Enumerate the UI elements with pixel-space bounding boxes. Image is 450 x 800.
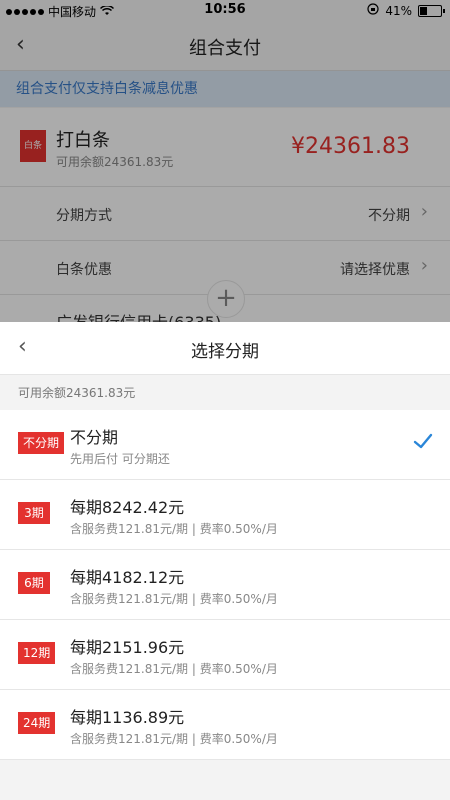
installment-badge: 24期 <box>18 712 56 734</box>
sheet-title: 选择分期 <box>191 342 259 362</box>
installment-option-3[interactable]: 3期 每期8242.42元 含服务费121.81元/期 | 费率0.50%/月 <box>0 480 450 550</box>
option-subtitle: 含服务费121.81元/期 | 费率0.50%/月 <box>70 522 278 536</box>
installment-option-none[interactable]: 不分期 不分期 先用后付 可分期还 <box>0 410 450 480</box>
sheet-header: ‹ 选择分期 <box>0 322 450 375</box>
installment-badge: 不分期 <box>18 432 65 454</box>
option-subtitle: 含服务费121.81元/期 | 费率0.50%/月 <box>70 662 278 676</box>
installment-list: 不分期 不分期 先用后付 可分期还 3期 每期8242.42元 含服务费121.… <box>0 410 450 760</box>
option-subtitle: 含服务费121.81元/期 | 费率0.50%/月 <box>70 732 278 746</box>
sheet-available: 可用余额24361.83元 <box>18 386 136 400</box>
option-title: 每期2151.96元 <box>70 638 185 657</box>
installment-option-24[interactable]: 24期 每期1136.89元 含服务费121.81元/期 | 费率0.50%/月 <box>0 690 450 760</box>
installment-badge: 6期 <box>18 572 50 594</box>
option-title: 每期4182.12元 <box>70 568 185 587</box>
option-subtitle: 先用后付 可分期还 <box>70 452 170 466</box>
option-subtitle: 含服务费121.81元/期 | 费率0.50%/月 <box>70 592 278 606</box>
installment-option-12[interactable]: 12期 每期2151.96元 含服务费121.81元/期 | 费率0.50%/月 <box>0 620 450 690</box>
option-title: 每期8242.42元 <box>70 498 185 517</box>
installment-option-6[interactable]: 6期 每期4182.12元 含服务费121.81元/期 | 费率0.50%/月 <box>0 550 450 620</box>
option-title: 每期1136.89元 <box>70 708 185 727</box>
installment-badge: 3期 <box>18 502 50 524</box>
option-title: 不分期 <box>70 428 119 447</box>
installment-sheet: ‹ 选择分期 可用余额24361.83元 不分期 不分期 先用后付 可分期还 3… <box>0 322 450 800</box>
installment-badge: 12期 <box>18 642 56 664</box>
checkmark-icon <box>412 430 434 452</box>
